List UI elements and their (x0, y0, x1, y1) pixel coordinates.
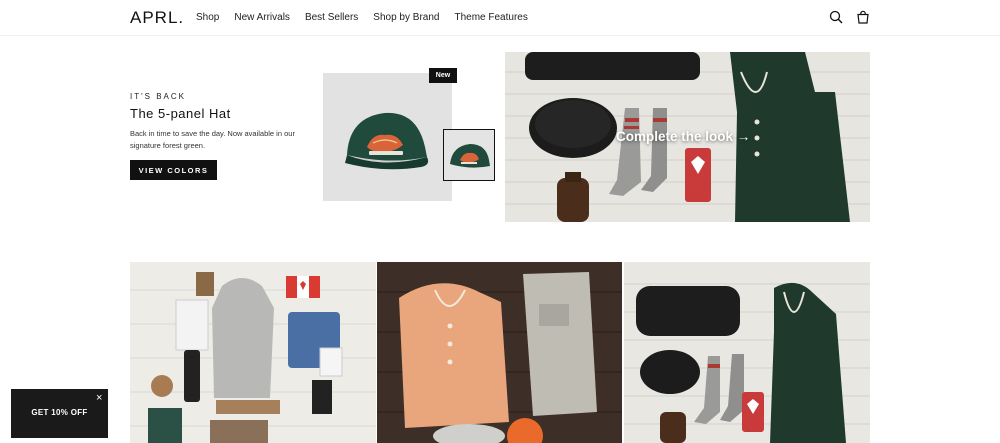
promo-popup[interactable]: × GET 10% OFF (11, 389, 108, 438)
nav-shop-by-brand[interactable]: Shop by Brand (373, 12, 439, 23)
hero-eyebrow: IT'S BACK (130, 92, 186, 101)
promo-label[interactable]: GET 10% OFF (11, 408, 108, 417)
nav-theme-features[interactable]: Theme Features (454, 12, 527, 23)
hero-title: The 5-panel Hat (130, 106, 231, 121)
hat-illustration (323, 73, 452, 201)
site-header: APRL. Shop New Arrivals Best Sellers Sho… (0, 0, 1000, 36)
hat-thumbnail-illustration (444, 130, 494, 180)
cart-icon[interactable] (856, 10, 870, 24)
close-icon[interactable]: × (96, 392, 102, 404)
gallery-flatlay-dark (377, 262, 622, 443)
gallery-flatlay-light (130, 262, 376, 443)
hero-description: Back in time to save the day. Now availa… (130, 129, 295, 150)
nav-best-sellers[interactable]: Best Sellers (305, 12, 358, 23)
nav-new-arrivals[interactable]: New Arrivals (234, 12, 290, 23)
complete-the-look-link[interactable]: Complete the look → (616, 129, 750, 144)
search-icon[interactable] (829, 10, 843, 24)
logo[interactable]: APRL. (130, 8, 184, 28)
new-badge: New (429, 68, 457, 83)
main-nav: Shop New Arrivals Best Sellers Shop by B… (196, 12, 528, 23)
view-colors-button[interactable]: VIEW COLORS (130, 160, 217, 180)
gallery-image-2[interactable] (377, 262, 622, 443)
gallery-flatlay-green (624, 262, 870, 443)
nav-shop[interactable]: Shop (196, 12, 219, 23)
gallery-image-1[interactable] (130, 262, 376, 443)
product-thumbnail[interactable] (443, 129, 495, 181)
product-image[interactable] (323, 73, 452, 201)
gallery-image-3[interactable] (624, 262, 870, 443)
